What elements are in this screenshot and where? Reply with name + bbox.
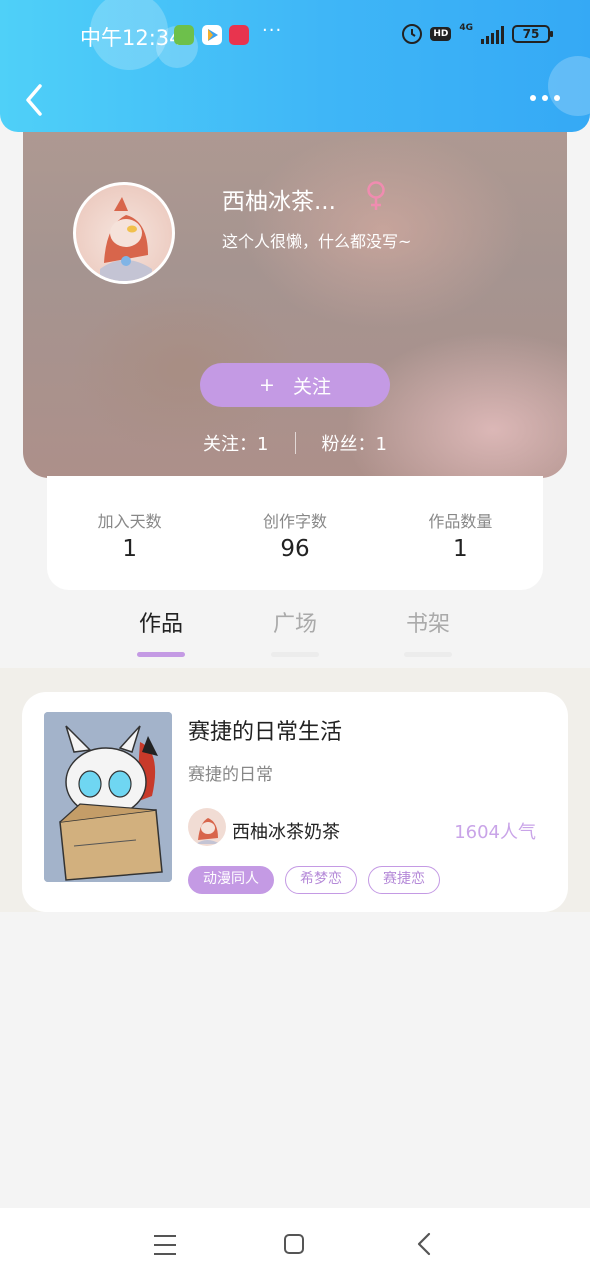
tab-square[interactable]: 广场 xyxy=(265,606,325,657)
work-description: 赛捷的日常 xyxy=(188,765,273,785)
author-avatar xyxy=(188,808,226,846)
plus-icon: + xyxy=(259,374,275,396)
hd-badge: HD xyxy=(430,27,452,41)
divider xyxy=(294,432,296,454)
more-notifications-icon: ··· xyxy=(262,20,283,41)
chevron-left-icon xyxy=(26,84,42,116)
status-indicators: HD 4G 75 xyxy=(402,23,553,44)
battery-icon: 75 xyxy=(512,25,553,43)
user-bio: 这个人很懒，什么都没写~ xyxy=(222,232,412,251)
stat-value: 1 xyxy=(453,536,468,562)
tab-works[interactable]: 作品 xyxy=(131,606,191,657)
signal-icon xyxy=(481,24,504,44)
back-icon[interactable] xyxy=(416,1232,432,1256)
followers-count[interactable]: 粉丝：1 xyxy=(322,430,387,456)
tab-label: 广场 xyxy=(272,612,317,637)
status-time: 中午12:34 xyxy=(80,26,183,50)
work-card[interactable]: 赛捷的日常生活 赛捷的日常 西柚冰茶奶茶 1604人气 动漫同人 希梦恋 赛捷恋 xyxy=(22,692,568,912)
female-icon xyxy=(363,180,389,212)
more-options-button[interactable] xyxy=(530,88,564,108)
profile-card: 西柚冰茶... 这个人很懒，什么都没写~ + 关注 关注：1 粉丝：1 xyxy=(23,100,567,478)
tab-label: 作品 xyxy=(138,612,183,637)
stat-works-count: 作品数量 1 xyxy=(378,476,543,590)
home-icon[interactable] xyxy=(284,1234,304,1254)
network-type: 4G xyxy=(459,23,473,33)
more-dots-icon xyxy=(530,95,536,101)
avatar[interactable] xyxy=(73,182,175,284)
top-header: 中午12:34 ··· HD 4G 75 xyxy=(0,0,590,132)
work-tags: 动漫同人 希梦恋 赛捷恋 xyxy=(188,866,440,894)
system-navigation-bar xyxy=(0,1208,590,1280)
tab-indicator xyxy=(137,652,185,657)
stat-value: 96 xyxy=(280,536,310,562)
stat-label: 加入天数 xyxy=(97,512,162,531)
tab-label: 书架 xyxy=(405,612,450,637)
follow-button[interactable]: + 关注 xyxy=(200,363,390,407)
stat-word-count: 创作字数 96 xyxy=(212,476,377,590)
stats-card: 加入天数 1 创作字数 96 作品数量 1 xyxy=(47,476,543,590)
app-notification-icon xyxy=(202,25,222,45)
author-name: 西柚冰茶奶茶 xyxy=(232,822,340,843)
tag-chip[interactable]: 赛捷恋 xyxy=(368,866,440,894)
tab-indicator xyxy=(271,652,319,657)
content-tabs: 作品 广场 书架 xyxy=(0,600,590,657)
following-count[interactable]: 关注：1 xyxy=(203,430,268,456)
app-notification-icon xyxy=(229,25,249,45)
back-button[interactable] xyxy=(20,82,48,118)
tab-indicator xyxy=(404,652,452,657)
follow-counts: 关注：1 粉丝：1 xyxy=(23,430,567,456)
stat-label: 作品数量 xyxy=(428,512,493,531)
follow-button-label: 关注 xyxy=(292,375,331,398)
tag-chip[interactable]: 动漫同人 xyxy=(188,866,274,894)
tag-chip[interactable]: 希梦恋 xyxy=(285,866,357,894)
stat-join-days: 加入天数 1 xyxy=(47,476,212,590)
status-bar: 中午12:34 ··· HD 4G 75 xyxy=(0,18,590,54)
app-notification-icon xyxy=(174,25,194,45)
menu-icon[interactable] xyxy=(154,1235,176,1255)
stat-value: 1 xyxy=(122,536,137,562)
popularity-count: 1604人气 xyxy=(454,822,536,843)
alarm-icon xyxy=(402,24,423,44)
work-cover-image[interactable] xyxy=(44,712,172,882)
tab-bookshelf[interactable]: 书架 xyxy=(398,606,458,657)
username: 西柚冰茶... xyxy=(222,189,336,215)
stat-label: 创作字数 xyxy=(262,512,327,531)
work-title[interactable]: 赛捷的日常生活 xyxy=(188,714,342,746)
